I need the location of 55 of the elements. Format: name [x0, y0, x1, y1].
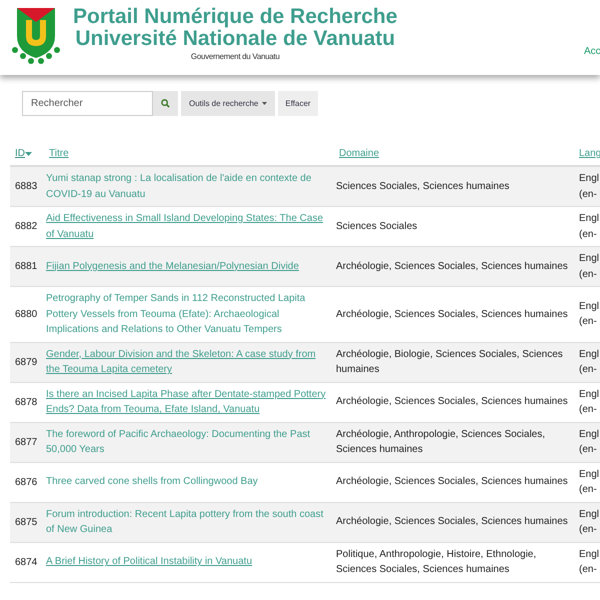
domain-cell-text: Archéologie, Sciences Sociales, Sciences humaines	[336, 475, 569, 490]
domain-cell-text: Archéologie, Anthropologie, Sciences Sociales, Sciences humaines	[336, 428, 546, 457]
column-header-link[interactable]: Domaine	[339, 146, 380, 161]
domain-cell-text: Archéologie, Sciences Sociales, Sciences humaines	[336, 308, 569, 322]
language-cell-text: Engl (en-	[579, 348, 600, 377]
domain-cell-text: Archéologie, Sciences Sociales, Sciences humaines	[336, 260, 569, 274]
language-cell-text: Engl (en-	[579, 300, 600, 330]
clear-button[interactable]: Effacer	[278, 91, 318, 116]
title-link[interactable]: Fijian Polygenesis and the Melanesian/Polynesian Divide	[46, 258, 332, 274]
id-cell: 6874	[15, 556, 38, 568]
language-cell-text: Engl (en-	[579, 548, 600, 577]
domain-cell-text: Archéologie, Sciences Sociales, Sciences humaines	[336, 395, 569, 410]
column-header-link[interactable]: Titre	[49, 146, 69, 161]
title-link[interactable]: A Brief History of Political Instability in Vanuatu	[46, 554, 332, 570]
caret-icon	[262, 102, 268, 105]
title-link[interactable]: Petrography of Temper Sands in 112 Reconstructed Lapita Pottery Vessels from Teouma (Efate): Archaeological Implications and Relations to Other Vanuatu Tempers	[46, 291, 332, 338]
nav-link[interactable]: Acc	[584, 44, 600, 59]
id-cell: 6881	[15, 261, 38, 272]
domain-cell-text: Sciences Sociales	[336, 220, 418, 234]
domain-cell-text: Archéologie, Sciences Sociales, Sciences humaines	[336, 515, 569, 530]
id-cell: 6879	[15, 356, 38, 368]
language-cell-text: Engl (en-	[579, 388, 600, 417]
language-cell-text: Engl (en-	[579, 508, 600, 537]
title-link[interactable]: Aid Effectiveness in Small Island Developing States: The Case of Vanuatu	[46, 211, 332, 242]
language-cell-text: Engl (en-	[579, 468, 600, 497]
domain-cell-text: Sciences Sociales, Sciences humaines	[336, 180, 510, 194]
id-cell: 6877	[15, 436, 38, 448]
language-cell-text: Engl (en-	[579, 428, 600, 457]
title-link[interactable]: Is there an Incised Lapita Phase after Dentate-stamped Pottery Ends? Data from Teouma, Efate Island, Vanuatu	[46, 386, 332, 418]
id-cell: 6875	[15, 516, 38, 528]
language-cell-text: Engl (en-	[579, 212, 600, 242]
search-button[interactable]	[153, 91, 178, 116]
id-cell: 6880	[15, 308, 38, 320]
search-icon	[161, 99, 170, 108]
title-link[interactable]: The foreword of Pacific Archaeology: Documenting the Past 50,000 Years	[46, 426, 332, 458]
title-link[interactable]: Yumi stanap strong : La localisation de l'aide en contexte de COVID-19 au Vanuatu	[46, 171, 332, 202]
portal-title: Portail Numérique de Recherche	[73, 6, 398, 28]
university-title: Université Nationale de Vanuatu	[75, 28, 396, 50]
id-cell: 6883	[15, 181, 38, 192]
search-field[interactable]: Rechercher	[22, 91, 153, 116]
title-link[interactable]: Three carved cone shells from Collingwood Bay	[46, 474, 332, 490]
sort-caret-icon	[25, 152, 32, 156]
title-link[interactable]: Forum introduction: Recent Lapita pottery from the south coast of New Guinea	[46, 506, 332, 538]
domain-cell-text: Politique, Anthropologie, Histoire, Ethnologie, Sciences Sociales, Sciences humaines	[336, 548, 538, 577]
language-cell-text: Engl (en-	[579, 252, 600, 282]
id-cell: 6882	[15, 221, 38, 232]
government-subtitle: Gouvernement du Vanuatu	[190, 51, 280, 63]
language-cell-text: Engl (en-	[579, 172, 600, 202]
id-cell: 6876	[15, 476, 38, 488]
title-link[interactable]: Gender, Labour Division and the Skeleton: A case study from the Teouma Lapita cemetery	[46, 346, 332, 378]
university-logo	[9, 6, 63, 64]
domain-cell-text: Archéologie, Biologie, Sciences Sociales, Sciences humaines	[336, 348, 564, 377]
id-cell: 6878	[15, 396, 38, 408]
search-tools-dropdown[interactable]: Outils de recherche	[181, 91, 276, 116]
column-header-link[interactable]: ID	[15, 146, 32, 161]
